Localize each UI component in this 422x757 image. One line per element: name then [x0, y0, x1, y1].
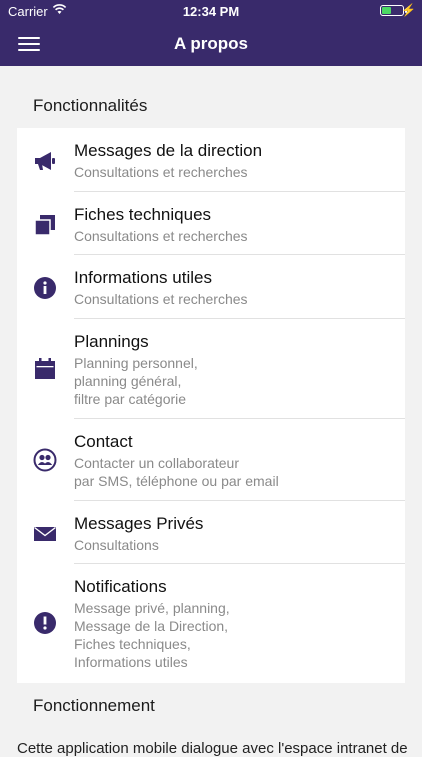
- item-title: Informations utiles: [74, 268, 212, 287]
- item-subtitle: Consultations: [74, 537, 159, 553]
- alert-icon: [34, 612, 56, 634]
- list-item-useful-info[interactable]: Informations utiles Consultations et rec…: [17, 255, 405, 319]
- section-title-operation: Fonctionnement: [33, 696, 155, 715]
- list-item-direction-messages[interactable]: Messages de la direction Consultations e…: [17, 128, 405, 192]
- calendar-icon: [35, 358, 55, 379]
- battery-level: [382, 7, 391, 14]
- item-subtitle: Message privé, planning, Message de la D…: [74, 600, 230, 670]
- list-item-technical-sheets[interactable]: Fiches techniques Consultations et reche…: [17, 192, 405, 255]
- operation-description: Cette application mobile dialogue avec l…: [17, 740, 408, 757]
- item-title: Plannings: [74, 332, 149, 351]
- item-subtitle: Planning personnel, planning général, fi…: [74, 355, 198, 407]
- megaphone-icon: [35, 152, 55, 170]
- list-item-schedules[interactable]: Plannings Planning personnel, planning g…: [17, 319, 405, 419]
- item-title: Messages Privés: [74, 514, 204, 533]
- envelope-icon: [34, 526, 56, 541]
- list-item-private-messages[interactable]: Messages Privés Consultations: [17, 501, 405, 564]
- item-subtitle: Contacter un collaborateur par SMS, télé…: [74, 455, 279, 489]
- item-title: Notifications: [74, 577, 167, 596]
- item-subtitle: Consultations et recherches: [74, 228, 248, 244]
- nav-bar: A propos: [0, 22, 422, 66]
- clock: 12:34 PM: [182, 4, 240, 19]
- documents-icon: [34, 215, 55, 236]
- section-title-features: Fonctionnalités: [33, 96, 148, 115]
- item-subtitle: Consultations et recherches: [74, 291, 248, 307]
- page-title: A propos: [174, 34, 248, 53]
- list-item-contact[interactable]: Contact Contacter un collaborateur par S…: [17, 419, 405, 501]
- charging-icon: ⚡: [401, 3, 416, 17]
- item-subtitle: Consultations et recherches: [74, 164, 248, 180]
- list-item-notifications[interactable]: Notifications Message privé, planning, M…: [17, 564, 405, 683]
- item-title: Fiches techniques: [74, 205, 212, 224]
- features-list: Messages de la direction Consultations e…: [17, 128, 405, 683]
- item-title: Contact: [74, 432, 133, 451]
- item-title: Messages de la direction: [74, 141, 263, 160]
- info-icon: [34, 277, 56, 299]
- status-bar: Carrier 12:34 PM ⚡: [0, 0, 422, 22]
- contacts-icon: [33, 448, 57, 472]
